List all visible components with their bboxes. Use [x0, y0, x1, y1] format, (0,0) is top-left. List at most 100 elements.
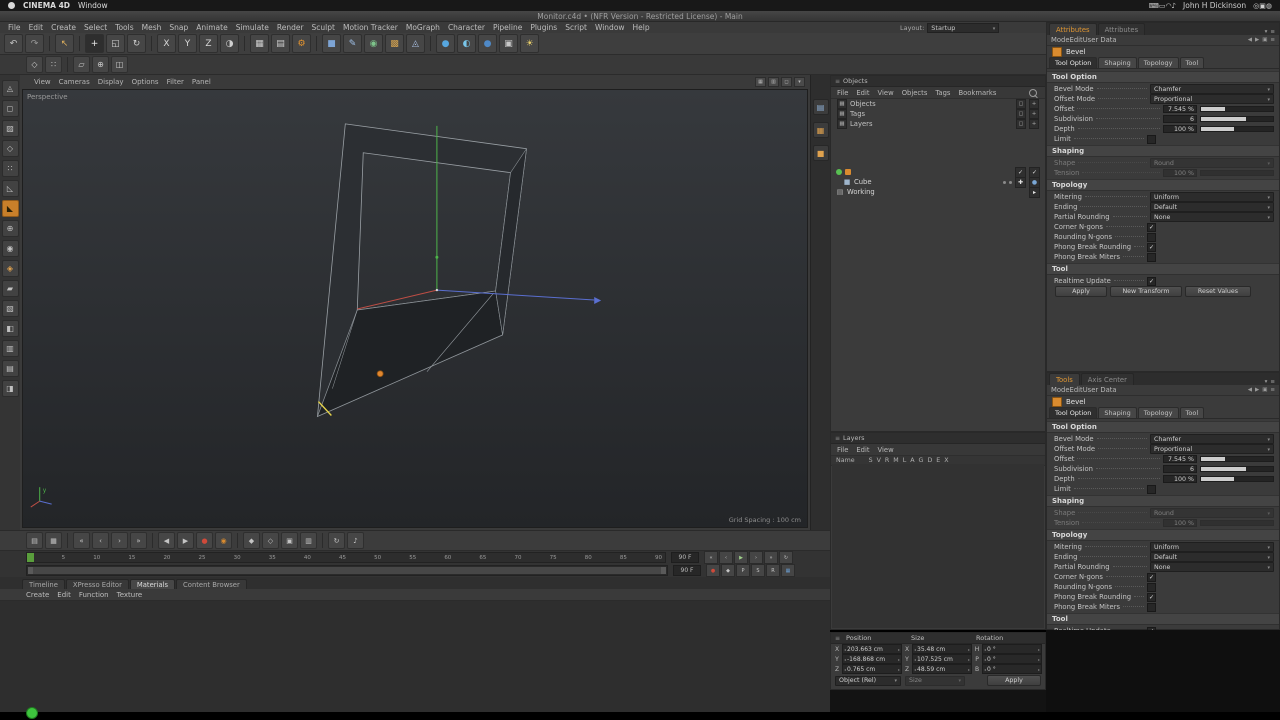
layers-flag-column[interactable]: D	[927, 457, 932, 464]
render-settings-icon[interactable]: ⚙	[292, 34, 311, 53]
menubar-item[interactable]: Snap	[165, 23, 192, 32]
param-dropdown[interactable]: Proportional	[1150, 444, 1274, 454]
dock-handle-icon[interactable]: ▾	[1265, 379, 1268, 385]
keyframe-selection-button[interactable]: ◆	[721, 564, 735, 577]
menubar-item[interactable]: Plugins	[526, 23, 561, 32]
render-picture-viewer-icon[interactable]: ▤	[271, 34, 290, 53]
menubar-item[interactable]: MoGraph	[402, 23, 444, 32]
attributes-menu-item[interactable]: User Data	[1083, 36, 1117, 44]
rotate-icon[interactable]: ↻	[127, 34, 146, 53]
compositing-icon[interactable]: ◧	[1, 320, 19, 337]
param-checkbox[interactable]	[1147, 252, 1156, 262]
next-key-icon[interactable]: ›	[111, 532, 128, 549]
record-parameter-icon[interactable]: ▥	[300, 532, 317, 549]
enable-axis-icon[interactable]: ⊕	[1, 220, 19, 237]
param-checkbox[interactable]	[1147, 232, 1156, 242]
macos-user-name[interactable]: John H Dickinson	[1183, 1, 1246, 10]
play-button[interactable]: ▶	[734, 551, 748, 564]
param-slider[interactable]	[1200, 170, 1274, 176]
loop-button[interactable]: ↻	[779, 551, 793, 564]
param-slider[interactable]	[1200, 116, 1274, 122]
bottom-panel-tab[interactable]: Timeline	[22, 579, 65, 589]
layers-flag-column[interactable]: X	[944, 457, 948, 464]
macos-app-name[interactable]: CINEMA 4D	[23, 1, 70, 10]
goto-end-button[interactable]: »	[764, 551, 778, 564]
layers-menu-item[interactable]: Edit	[852, 446, 873, 454]
record-rotation-button[interactable]: R	[766, 564, 780, 577]
viewport-menu-item[interactable]: Display	[94, 78, 128, 86]
render-view-icon[interactable]: ▦	[250, 34, 269, 53]
axis-y-handle[interactable]	[435, 255, 439, 259]
param-value-field[interactable]: 7.545 %	[1163, 105, 1197, 113]
panel-options-icon[interactable]: ≡	[1270, 29, 1275, 35]
filter-visibility-icon[interactable]: ◻	[1016, 99, 1026, 109]
param-slider[interactable]	[1200, 126, 1274, 132]
position-x-field[interactable]: 203.663 cm	[842, 644, 902, 654]
light-icon[interactable]: ☀	[520, 34, 539, 53]
tree-row-cube[interactable]: ■ Cube ✚ ●	[831, 176, 1045, 188]
materials-list-area[interactable]	[0, 601, 830, 712]
view-maximize-icon[interactable]: ◻	[781, 77, 792, 87]
tools-menu-item[interactable]: User Data	[1083, 386, 1117, 394]
tag-icon[interactable]: ▸	[1029, 186, 1040, 198]
lock-icon[interactable]: ▣	[1262, 387, 1267, 393]
lock-z-axis-button[interactable]: Z	[199, 34, 218, 53]
end-frame-field[interactable]: 90 F	[671, 552, 699, 563]
search-icon[interactable]	[1029, 88, 1037, 97]
layers-flag-column[interactable]: S	[869, 457, 873, 464]
filter-enable-icon[interactable]: +	[1029, 119, 1039, 129]
panel-menu-icon[interactable]: ≡	[1270, 387, 1275, 393]
section-header[interactable]: Topology	[1047, 179, 1279, 191]
param-checkbox[interactable]	[1147, 242, 1156, 252]
rotation-b-field[interactable]: 0 °	[982, 664, 1042, 674]
history-forward-icon[interactable]: ▶	[1255, 37, 1259, 43]
display-filter-icon[interactable]: ▤	[1, 360, 19, 377]
model-mode-icon[interactable]: ◻	[1, 100, 19, 117]
sky-icon[interactable]: ◐	[457, 34, 476, 53]
materials-menu-item[interactable]: Function	[75, 591, 113, 599]
goto-start-button[interactable]: «	[704, 551, 718, 564]
menubar-item[interactable]: Sculpt	[308, 23, 339, 32]
param-dropdown[interactable]: Proportional	[1150, 94, 1274, 104]
layers-flag-column[interactable]: A	[910, 457, 914, 464]
locked-workplane-icon[interactable]: ▰	[1, 280, 19, 297]
rotation-p-field[interactable]: 0 °	[982, 654, 1042, 664]
filter-visibility-icon[interactable]: ◻	[1016, 109, 1026, 119]
next-frame-button[interactable]: ›	[749, 551, 763, 564]
prev-frame-button[interactable]: ‹	[719, 551, 733, 564]
size-x-field[interactable]: 35.48 cm	[912, 644, 972, 654]
viewport-menu-item[interactable]: Panel	[188, 78, 215, 86]
menubar-item[interactable]: Simulate	[232, 23, 273, 32]
param-value-field[interactable]: 100 %	[1163, 169, 1197, 177]
attribute-group-tab[interactable]: Shaping	[1098, 57, 1137, 68]
menubar-item[interactable]: Tools	[111, 23, 137, 32]
active-tool-row[interactable]: Bevel	[1047, 396, 1279, 407]
axis-lock-icon[interactable]: ◫	[111, 56, 128, 73]
snap-icon[interactable]: ◈	[1, 260, 19, 277]
param-dropdown[interactable]: Uniform	[1150, 192, 1274, 202]
rotation-h-field[interactable]: 0 °	[982, 644, 1042, 654]
menubar-item[interactable]: Render	[273, 23, 308, 32]
objects-filter-row[interactable]: ▦ Layers ◻ +	[831, 119, 1045, 129]
timeline-layout-icon[interactable]: ▤	[26, 532, 43, 549]
param-slider[interactable]	[1200, 456, 1274, 462]
bottom-panel-tab[interactable]: Materials	[129, 579, 176, 589]
param-dropdown[interactable]: Chamfer	[1150, 84, 1274, 94]
keyboard-icon[interactable]: ⌨	[1149, 2, 1159, 10]
param-value-field[interactable]: 100 %	[1163, 519, 1197, 527]
lock-icon[interactable]: ▣	[1262, 37, 1267, 43]
filter-enable-icon[interactable]: +	[1029, 109, 1039, 119]
viewport-view-label[interactable]: Perspective	[27, 93, 68, 101]
layer-color-icon[interactable]: ▥	[1, 340, 19, 357]
menubar-item[interactable]: Character	[444, 23, 489, 32]
dock-structure-icon[interactable]: ■	[812, 145, 829, 161]
objects-menu-item[interactable]: Edit	[852, 89, 873, 97]
camera-icon[interactable]: ▣	[499, 34, 518, 53]
tab-tools[interactable]: Tools	[1049, 373, 1080, 385]
axis-tag-icon[interactable]: ✚	[1015, 176, 1026, 188]
history-forward-icon[interactable]: ▶	[1255, 387, 1259, 393]
panel-handle-icon[interactable]: ≡	[835, 635, 840, 642]
record-rotation-icon[interactable]: ▣	[281, 532, 298, 549]
param-checkbox[interactable]	[1147, 484, 1156, 494]
bevel-object-right-face[interactable]	[495, 148, 527, 335]
